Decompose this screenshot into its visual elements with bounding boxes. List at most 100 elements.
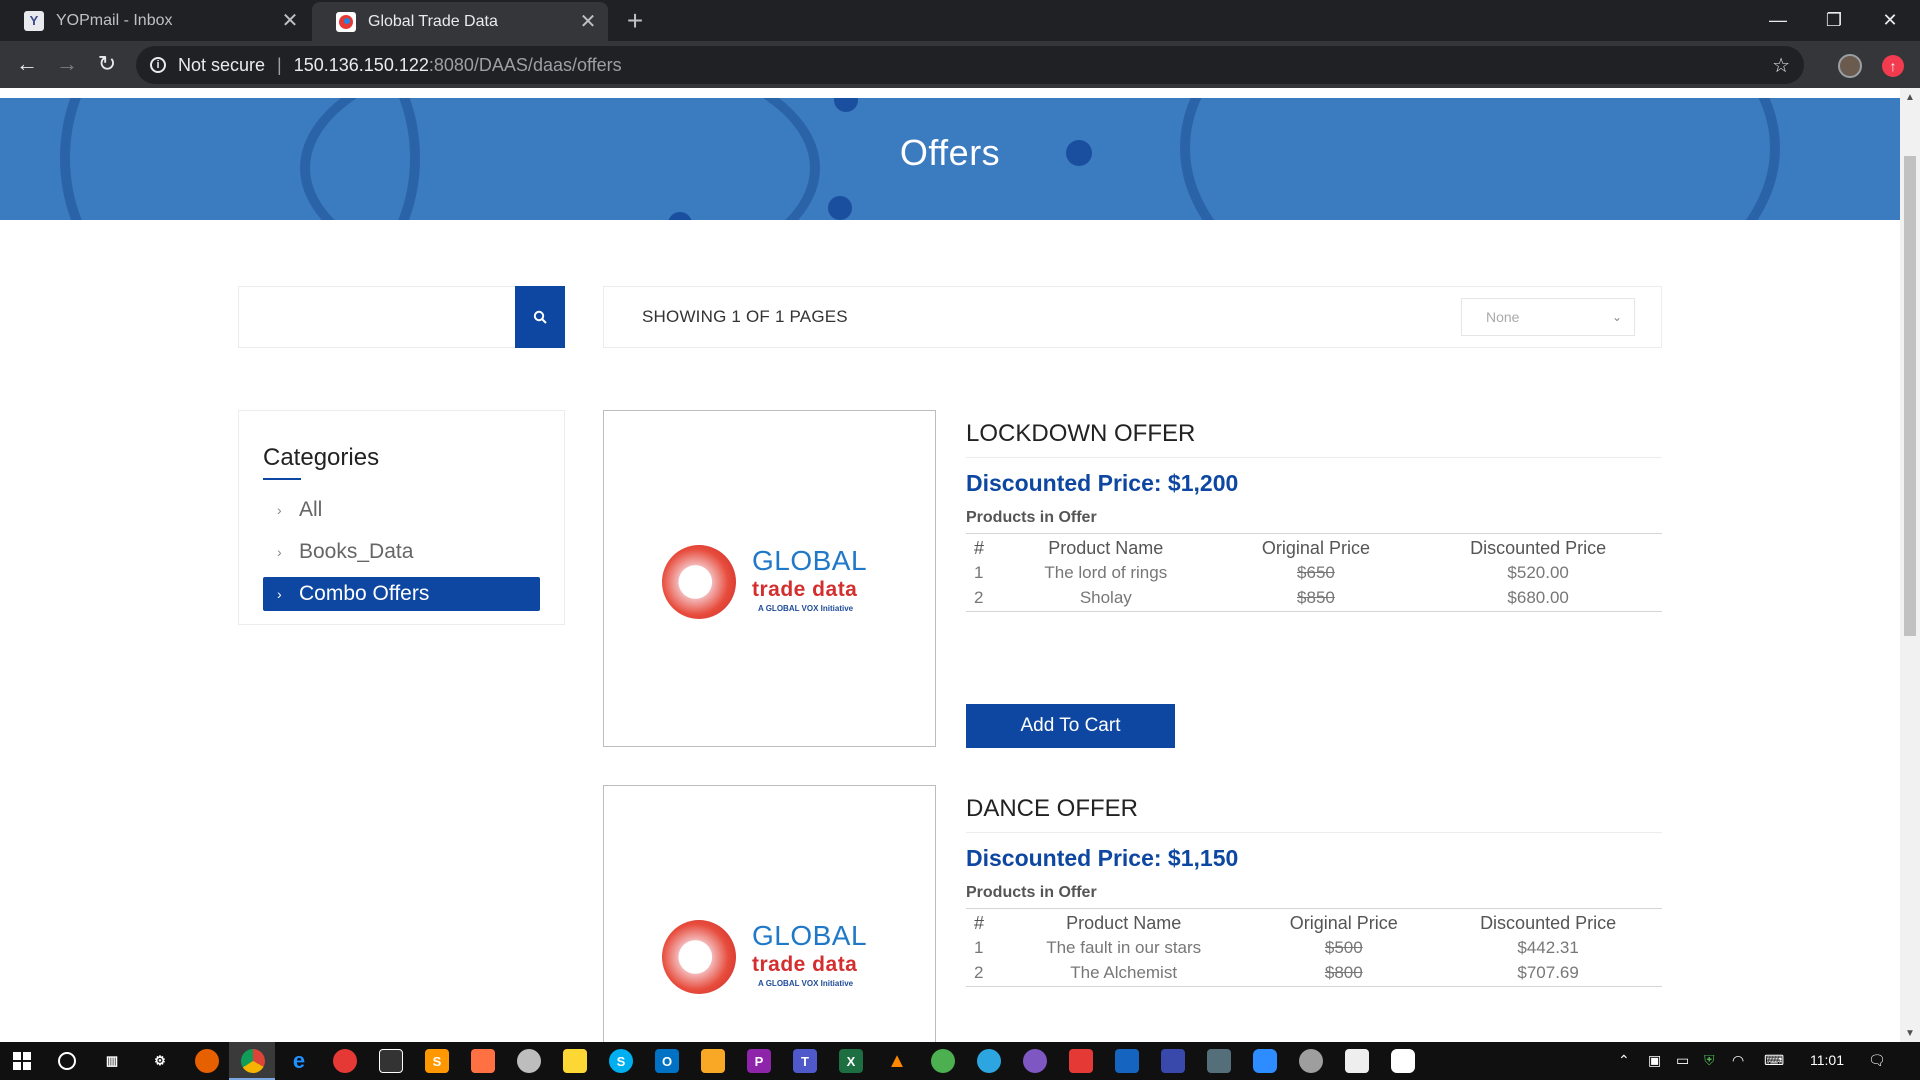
chevron-right-icon: › — [277, 502, 282, 518]
category-item-all[interactable]: › All — [263, 493, 540, 527]
keyboard-icon[interactable]: ⌨ — [1764, 1052, 1784, 1069]
offer-products-table: # Product Name Original Price Discounted… — [966, 908, 1662, 987]
app-icon[interactable] — [1115, 1049, 1139, 1073]
search-button[interactable] — [515, 286, 565, 348]
sticky-notes-icon[interactable] — [563, 1049, 587, 1073]
offer-image[interactable]: GLOBAL trade data A GLOBAL VOX Initiativ… — [603, 785, 936, 1042]
edge-icon[interactable]: e — [287, 1048, 311, 1073]
restore-window-button[interactable]: ❐ — [1806, 0, 1862, 40]
table-row: 1 The lord of rings $650 $520.00 — [966, 561, 1662, 586]
security-shield-icon[interactable]: ⛨ — [1704, 1052, 1715, 1069]
search-icon — [533, 310, 547, 324]
telegram-icon[interactable] — [977, 1049, 1001, 1073]
sort-dropdown[interactable]: None ⌄ — [1461, 298, 1635, 336]
app-icon[interactable] — [1161, 1049, 1185, 1073]
app-icon[interactable] — [1023, 1049, 1047, 1073]
products-in-offer-label: Products in Offer — [966, 884, 1097, 901]
app-icon[interactable] — [471, 1049, 495, 1073]
close-window-button[interactable]: ✕ — [1862, 0, 1918, 40]
url-host: 150.136.150.122 — [293, 54, 429, 75]
close-tab-icon[interactable]: ✕ — [574, 8, 602, 36]
app-icon[interactable] — [931, 1049, 955, 1073]
offer-title: LOCKDOWN OFFER — [966, 410, 1662, 458]
app-icon[interactable] — [1069, 1049, 1093, 1073]
extension-icon[interactable]: ↑ — [1882, 55, 1904, 77]
scroll-down-arrow-icon[interactable]: ▼ — [1905, 1028, 1915, 1039]
notifications-icon[interactable]: 🗨 — [1868, 1052, 1886, 1069]
outlook-icon[interactable]: O — [655, 1049, 679, 1073]
zoom-icon[interactable] — [1253, 1049, 1277, 1073]
cortana-icon[interactable] — [55, 1049, 79, 1073]
products-in-offer-label: Products in Offer — [966, 509, 1097, 526]
original-price: $650 — [1297, 563, 1335, 582]
settings-icon[interactable]: ⚙ — [148, 1049, 172, 1073]
vlc-icon[interactable]: ▲ — [885, 1049, 909, 1073]
info-icon[interactable]: i — [150, 57, 166, 73]
offer-image[interactable]: GLOBAL trade data A GLOBAL VOX Initiativ… — [603, 410, 936, 747]
excel-icon[interactable]: X — [839, 1049, 863, 1073]
reload-icon[interactable]: ↻ — [92, 49, 122, 79]
chevron-down-icon: ⌄ — [1611, 310, 1622, 324]
file-explorer-icon[interactable] — [701, 1049, 725, 1073]
clock-time[interactable]: 11:01 — [1810, 1052, 1844, 1068]
app-icon[interactable] — [333, 1049, 357, 1073]
row-number: 2 — [974, 963, 984, 982]
address-bar[interactable]: i Not secure | 150.136.150.122 :8080/DAA… — [136, 46, 1804, 84]
column-header: Discounted Price — [1470, 538, 1607, 558]
product-name: The fault in our stars — [1046, 938, 1202, 957]
firefox-icon[interactable] — [195, 1049, 219, 1073]
discounted-price: $442.31 — [1517, 938, 1579, 957]
app-icon[interactable] — [1299, 1049, 1323, 1073]
category-item-combo-offers[interactable]: › Combo Offers — [263, 577, 540, 611]
globe-icon — [662, 545, 736, 619]
tray-app-icon[interactable]: ▣ — [1648, 1052, 1661, 1069]
battery-icon[interactable]: ▭ — [1676, 1052, 1689, 1069]
row-number: 1 — [974, 938, 984, 957]
close-tab-icon[interactable]: ✕ — [276, 7, 304, 35]
product-name: The lord of rings — [1044, 563, 1168, 582]
scroll-up-arrow-icon[interactable]: ▲ — [1905, 92, 1915, 103]
page-scrollbar[interactable]: ▲ ▼ — [1900, 88, 1920, 1042]
url-path: :8080/DAAS/daas/offers — [428, 54, 622, 75]
app-icon[interactable] — [1391, 1049, 1415, 1073]
add-to-cart-button[interactable]: Add To Cart — [966, 704, 1175, 748]
category-item-books-data[interactable]: › Books_Data — [263, 535, 540, 569]
category-label: Books_Data — [299, 540, 414, 563]
tab-title: YOPmail - Inbox — [56, 11, 173, 29]
tab-yopmail[interactable]: Y YOPmail - Inbox ✕ — [0, 0, 310, 41]
phpstorm-icon[interactable]: P — [747, 1049, 771, 1073]
offer-details: LOCKDOWN OFFER Discounted Price: $1,200 … — [966, 410, 1662, 612]
tab-global-trade-data[interactable]: Global Trade Data ✕ — [312, 2, 608, 41]
tray-chevron-up-icon[interactable]: ⌃ — [1618, 1052, 1630, 1069]
banner-decoration — [828, 196, 852, 220]
windows-start-icon[interactable] — [10, 1049, 34, 1073]
discounted-price: $707.69 — [1517, 963, 1579, 982]
table-row: 2 The Alchemist $800 $707.69 — [966, 961, 1662, 987]
row-number: 2 — [974, 588, 984, 607]
wifi-icon[interactable]: ◠ — [1732, 1052, 1744, 1069]
app-icon[interactable] — [1207, 1049, 1231, 1073]
profile-avatar[interactable] — [1838, 54, 1862, 78]
teams-icon[interactable]: T — [793, 1049, 817, 1073]
forward-arrow-icon[interactable]: → — [52, 49, 82, 79]
minimize-window-button[interactable]: — — [1750, 0, 1806, 40]
app-icon[interactable] — [517, 1049, 541, 1073]
pagination-info: SHOWING 1 OF 1 PAGES — [642, 307, 848, 326]
bookmark-star-icon[interactable]: ☆ — [1772, 53, 1790, 78]
offer-products-table: # Product Name Original Price Discounted… — [966, 533, 1662, 612]
chevron-right-icon: › — [277, 586, 282, 602]
skype-icon[interactable]: S — [609, 1049, 633, 1073]
new-tab-button[interactable]: + — [620, 5, 650, 36]
search-input[interactable] — [239, 287, 515, 347]
app-icon[interactable] — [1345, 1049, 1369, 1073]
scrollbar-thumb[interactable] — [1904, 156, 1916, 636]
sublime-icon[interactable]: S — [425, 1049, 449, 1073]
discounted-price: $520.00 — [1507, 563, 1569, 582]
task-view-icon[interactable]: ▥ — [100, 1049, 124, 1073]
app-icon[interactable] — [379, 1049, 403, 1073]
browser-tab-strip: Y YOPmail - Inbox ✕ Global Trade Data ✕ … — [0, 0, 1920, 41]
back-arrow-icon[interactable]: ← — [12, 49, 42, 79]
chrome-icon[interactable] — [241, 1049, 265, 1073]
product-name: The Alchemist — [1070, 963, 1178, 982]
page-title: Offers — [899, 132, 1001, 173]
